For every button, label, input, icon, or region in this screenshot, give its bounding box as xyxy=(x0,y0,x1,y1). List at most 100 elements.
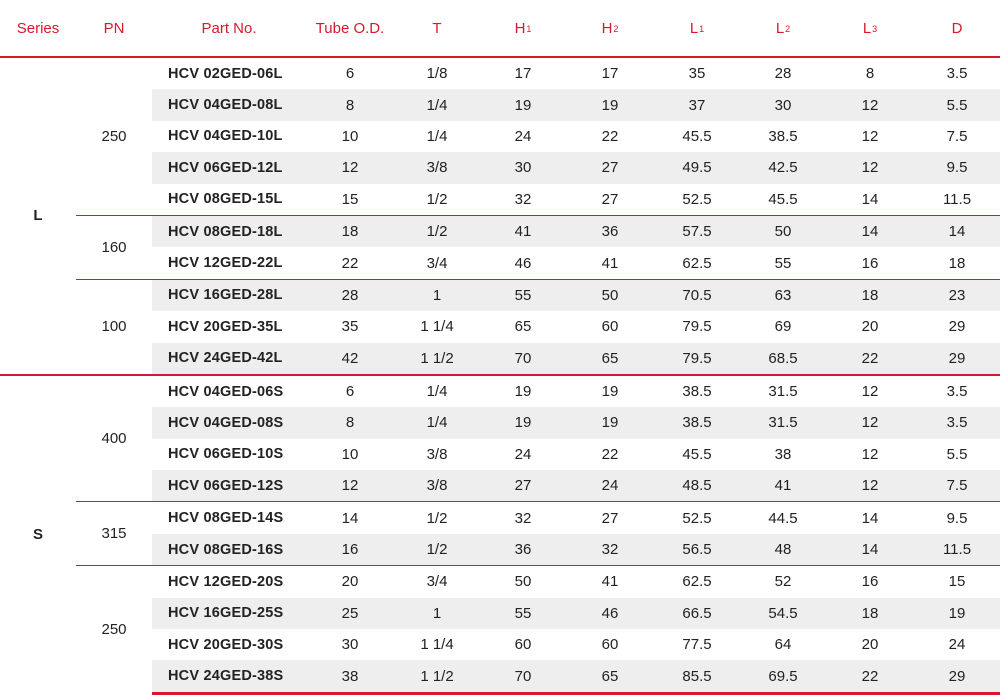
spec-value-cell: 24 xyxy=(514,127,532,145)
spec-value-cell: 17 xyxy=(601,65,619,83)
spec-value-cell: 1/2 xyxy=(394,533,480,566)
spec-value-cell: 17 xyxy=(514,65,532,83)
column-header: Tube O.D. xyxy=(306,0,394,57)
spec-value-cell: 66.5 xyxy=(654,597,740,630)
spec-value-cell: 1/4 xyxy=(394,89,480,121)
spec-value-cell: 29 xyxy=(914,342,1000,375)
spec-value-cell: 8 xyxy=(306,407,394,439)
column-header: L2 xyxy=(740,0,826,57)
spec-value-cell: 11.5 xyxy=(914,533,1000,566)
spec-value-cell: 22 xyxy=(601,127,619,145)
spec-value-cell: 35 xyxy=(688,65,706,83)
spec-value-cell: 16 xyxy=(826,565,914,598)
series-cell: S xyxy=(0,373,76,694)
spec-value-cell: 41 xyxy=(601,254,619,272)
column-header-subscript: 1 xyxy=(526,23,532,34)
spec-value-cell: 20 xyxy=(306,565,394,598)
spec-value-cell: 14 xyxy=(826,501,914,534)
spec-value-cell: 3/4 xyxy=(426,254,448,272)
spec-value-cell: 19 xyxy=(566,373,654,408)
spec-value-cell: 22 xyxy=(601,445,619,463)
spec-value-cell: 14 xyxy=(306,501,394,534)
part-number-cell: HCV 24GED-42L xyxy=(152,342,306,375)
part-number-cell: HCV 20GED-30S xyxy=(168,636,284,653)
spec-value-cell: 38 xyxy=(306,660,394,695)
spec-value-cell: 68.5 xyxy=(740,342,826,375)
spec-value-cell: 65 xyxy=(514,318,532,336)
pn-cell: 160 xyxy=(76,214,152,280)
pn-cell: 315 xyxy=(76,501,152,566)
series-cell: L xyxy=(33,207,43,225)
hose-connector-spec-table: Series PN Part No. Tube O.D. T H1 H2 L1 L2 L3 D L2… xyxy=(0,0,1000,695)
column-header-label: T xyxy=(432,19,442,37)
table-row: S 400 HCV 04GED-06S 6 1/4 19 19 38.5 31.5 12 3.5 xyxy=(0,373,1000,694)
column-header-label: H xyxy=(514,19,526,37)
spec-value-cell: 3/4 xyxy=(394,565,480,598)
spec-value-cell: 37 xyxy=(654,89,740,121)
spec-value-cell: 16 xyxy=(861,254,879,272)
spec-value-cell: 22 xyxy=(826,342,914,375)
spec-value-cell: 3.5 xyxy=(946,65,968,83)
table-row: L 250 HCV 02GED-06L 6 1/8 17 17 35 28 8 3.5 xyxy=(0,57,1000,224)
spec-value-cell: 14 xyxy=(914,214,1000,248)
spec-value-cell: 27 xyxy=(601,190,619,208)
column-header: L3 xyxy=(826,0,914,57)
table-row: 250 HCV 12GED-20S 20 3/4 50 41 62.5 52 16 15 xyxy=(0,565,1000,694)
spec-value-cell: 12 xyxy=(861,127,879,145)
spec-value-cell: 1/4 xyxy=(426,127,448,145)
spec-value-cell: 19 xyxy=(480,89,566,121)
spec-value-cell: 19 xyxy=(480,407,566,439)
pn-cell: 250 xyxy=(76,565,152,694)
spec-value-cell: 18 xyxy=(826,278,914,312)
spec-value-cell: 70.5 xyxy=(654,278,740,312)
spec-value-cell: 12 xyxy=(826,373,914,408)
part-number-cell: HCV 16GED-25S xyxy=(152,597,306,630)
spec-value-cell: 52.5 xyxy=(654,501,740,534)
table-body: L 250 HCV 02GED-06L 6 1/8 17 17 35 28 8 3.5 HCV 04G… xyxy=(0,57,1000,695)
column-header: Series xyxy=(0,0,76,57)
spec-value-cell: 50 xyxy=(566,278,654,312)
spec-value-cell: 1 1/4 xyxy=(420,636,454,654)
spec-value-cell: 64 xyxy=(774,636,792,654)
spec-value-cell: 12 xyxy=(306,152,394,184)
column-header-label: L xyxy=(775,19,785,37)
spec-value-cell: 10 xyxy=(341,445,359,463)
spec-value-cell: 45.5 xyxy=(682,127,712,145)
spec-value-cell: 30 xyxy=(480,152,566,184)
spec-value-cell: 14 xyxy=(826,214,914,248)
table-row: 100 HCV 16GED-28L 28 1 55 50 70.5 63 18 23 xyxy=(0,278,1000,375)
spec-value-cell: 63 xyxy=(740,278,826,312)
spec-value-cell: 52 xyxy=(740,565,826,598)
spec-value-cell: 62.5 xyxy=(654,565,740,598)
spec-value-cell: 65 xyxy=(566,660,654,695)
column-header-label: L xyxy=(689,19,699,37)
spec-value-cell: 3/8 xyxy=(394,470,480,502)
spec-value-cell: 55 xyxy=(480,597,566,630)
part-number-cell: HCV 04GED-08L xyxy=(152,89,306,121)
spec-value-cell: 60 xyxy=(514,636,532,654)
part-number-cell: HCV 06GED-12L xyxy=(152,152,306,184)
spec-value-cell: 52.5 xyxy=(682,190,712,208)
spec-value-cell: 22 xyxy=(341,254,359,272)
column-header: Part No. xyxy=(152,0,306,57)
column-header: D xyxy=(914,0,1000,57)
spec-value-cell: 48.5 xyxy=(654,470,740,502)
part-number-cell: HCV 24GED-38S xyxy=(152,660,306,695)
spec-value-cell: 3.5 xyxy=(914,373,1000,408)
part-number-cell: HCV 06GED-10S xyxy=(168,446,284,463)
spec-value-cell: 27 xyxy=(566,501,654,534)
header-row: Series PN Part No. Tube O.D. T H1 H2 L1 L2 L3 D xyxy=(0,0,1000,57)
part-number-cell: HCV 04GED-06S xyxy=(152,373,306,408)
table-row: 315 HCV 08GED-14S 14 1/2 32 27 52.5 44.5 14 9.5 xyxy=(0,501,1000,566)
spec-value-cell: 3/8 xyxy=(394,152,480,184)
spec-value-cell: 23 xyxy=(914,278,1000,312)
spec-value-cell: 32 xyxy=(480,501,566,534)
spec-value-cell: 12 xyxy=(826,407,914,439)
spec-value-cell: 60 xyxy=(601,318,619,336)
spec-value-cell: 49.5 xyxy=(654,152,740,184)
part-number-cell: HCV 16GED-28L xyxy=(152,278,306,312)
spec-value-cell: 22 xyxy=(826,660,914,695)
spec-value-cell: 70 xyxy=(480,342,566,375)
spec-value-cell: 18 xyxy=(306,214,394,248)
column-header-label: Series xyxy=(16,19,60,37)
